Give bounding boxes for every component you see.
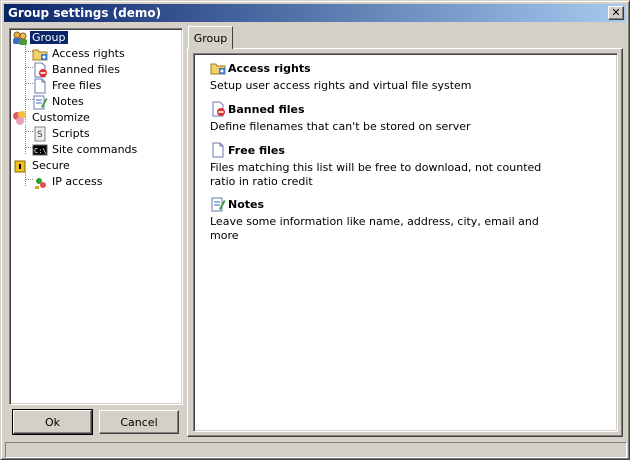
notes-icon — [32, 94, 48, 110]
tab-label: Group — [193, 31, 228, 45]
tree-item-label: Notes — [52, 95, 84, 108]
section-title: Banned files — [228, 102, 305, 116]
section-free-files[interactable]: Free files Files matching this list will… — [210, 142, 570, 189]
window-title: Group settings (demo) — [8, 6, 162, 20]
network-icon — [32, 174, 48, 190]
file-icon — [210, 142, 226, 158]
tab-group[interactable]: Group — [188, 26, 233, 49]
folder-key-icon — [210, 60, 226, 76]
tree-item-label: Secure — [32, 159, 70, 172]
tree-item-label: Free files — [52, 79, 102, 92]
title-bar[interactable]: Group settings (demo) ✕ — [4, 4, 626, 22]
tree-item-label: IP access — [52, 175, 103, 188]
tree-item-free-files[interactable]: Free files — [32, 78, 103, 93]
tree-item-label: Banned files — [52, 63, 120, 76]
cancel-button[interactable]: Cancel — [99, 410, 179, 434]
tree-item-customize[interactable]: Customize — [12, 110, 92, 125]
tree-item-label: Site commands — [52, 143, 138, 156]
ok-button[interactable]: Ok — [12, 409, 93, 435]
tree-item-notes[interactable]: Notes — [32, 94, 86, 109]
tree-item-ip-access[interactable]: IP access — [32, 174, 104, 189]
group-content-panel: Access rights Setup user access rights a… — [193, 53, 618, 432]
section-description: Files matching this list will be free to… — [210, 161, 542, 188]
tree-item-label: Group — [30, 31, 68, 44]
tree-item-secure[interactable]: Secure — [12, 158, 72, 173]
script-icon: S — [32, 126, 48, 142]
folder-key-icon — [32, 46, 48, 62]
tree-item-label: Scripts — [52, 127, 90, 140]
section-description: Leave some information like name, addres… — [210, 215, 539, 242]
file-icon — [32, 78, 48, 94]
notes-icon — [210, 196, 226, 212]
tree-item-scripts[interactable]: S Scripts — [32, 126, 92, 141]
console-icon: C:\ — [32, 142, 48, 158]
banned-file-icon — [210, 101, 226, 117]
tree-item-group[interactable]: Group — [12, 30, 68, 45]
status-bar — [5, 442, 627, 458]
section-banned-files[interactable]: Banned files Define filenames that can't… — [210, 101, 570, 134]
close-button[interactable]: ✕ — [608, 6, 624, 20]
tree-item-banned-files[interactable]: Banned files — [32, 62, 122, 77]
users-icon — [12, 30, 28, 46]
svg-text:C:\: C:\ — [34, 147, 47, 155]
banned-file-icon — [32, 62, 48, 78]
group-settings-window: Group settings (demo) ✕ Group Access rig… — [0, 0, 630, 460]
lock-icon — [12, 158, 28, 174]
section-description: Define filenames that can't be stored on… — [210, 120, 471, 133]
tree-item-label: Customize — [32, 111, 90, 124]
section-title: Notes — [228, 197, 265, 211]
tree-item-site-commands[interactable]: C:\ Site commands — [32, 142, 139, 157]
section-title: Access rights — [228, 61, 311, 75]
settings-tree[interactable]: Group Access rights Banned files Free fi… — [9, 28, 183, 405]
tree-item-label: Access rights — [52, 47, 125, 60]
section-notes[interactable]: Notes Leave some information like name, … — [210, 196, 570, 243]
svg-text:S: S — [37, 130, 43, 140]
close-icon: ✕ — [611, 6, 621, 19]
customize-icon — [12, 110, 28, 126]
section-description: Setup user access rights and virtual fil… — [210, 79, 472, 92]
ok-button-label: Ok — [44, 415, 61, 429]
section-access-rights[interactable]: Access rights Setup user access rights a… — [210, 60, 570, 93]
tree-item-access-rights[interactable]: Access rights — [32, 46, 127, 61]
cancel-button-label: Cancel — [120, 415, 158, 429]
section-title: Free files — [228, 143, 285, 157]
tree-connector — [25, 125, 26, 154]
